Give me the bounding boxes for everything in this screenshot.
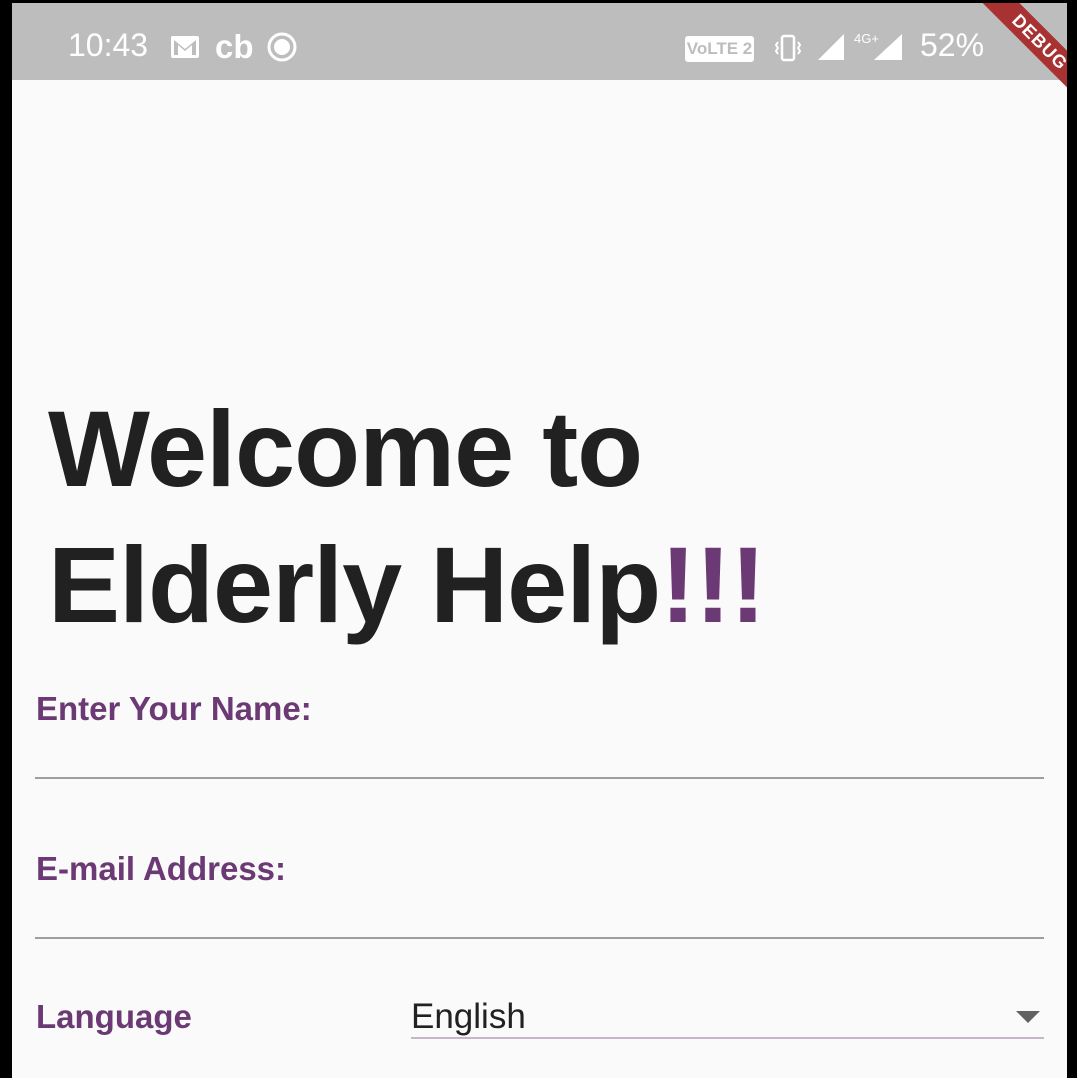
name-input[interactable] <box>35 731 1044 775</box>
status-time: 10:43 <box>68 27 149 63</box>
carrier-badge: cb <box>215 28 254 65</box>
battery-percentage: 52% <box>920 27 985 63</box>
record-icon <box>266 31 298 62</box>
gmail-icon <box>170 35 200 65</box>
language-dropdown[interactable]: English <box>411 993 1044 1039</box>
email-input[interactable] <box>35 891 1044 935</box>
app-screen: 10:43 cb VoLTE 2 4G+ 52% DEBUG Welcome t… <box>12 3 1067 1078</box>
page-title-accent: !!! <box>660 524 766 645</box>
status-bar: 10:43 cb VoLTE 2 4G+ 52% <box>12 3 1067 80</box>
signal-icon <box>816 33 846 63</box>
signal-icon <box>872 33 904 63</box>
vibrate-icon <box>773 33 803 63</box>
dropdown-arrow-icon <box>1016 1011 1040 1023</box>
language-label: Language <box>36 998 192 1035</box>
email-label: E-mail Address: <box>36 850 287 887</box>
page-title-main: Welcome to Elderly Help <box>48 388 661 645</box>
name-label: Enter Your Name: <box>36 690 312 727</box>
email-input-underline <box>35 937 1044 939</box>
language-selected-value: English <box>411 997 526 1036</box>
volte-badge: VoLTE 2 <box>685 36 754 62</box>
name-input-underline <box>35 777 1044 779</box>
page-title: Welcome to Elderly Help!!! <box>48 381 948 653</box>
